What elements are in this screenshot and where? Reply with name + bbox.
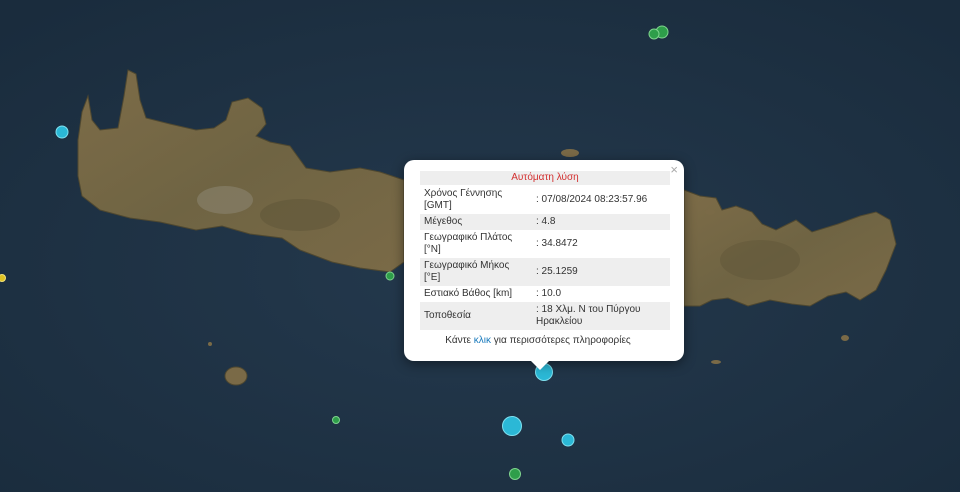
table-row: Εστιακό Βάθος [km] : 10.0 [420, 286, 670, 302]
gavdos-island [224, 366, 248, 386]
depth-value: : 10.0 [536, 288, 562, 299]
earthquake-marker[interactable] [648, 28, 660, 40]
table-row: Τοποθεσία : 18 Χλμ. Ν του Πύργου Ηρακλεί… [420, 302, 670, 330]
magnitude-value: : 4.8 [532, 214, 670, 230]
map-view[interactable]: × Αυτόματη λύση Χρόνος Γέννησης [GMT] : … [0, 0, 960, 492]
latitude-label: Γεωγραφικό Πλάτος [°N] [424, 232, 513, 255]
earthquake-marker[interactable] [385, 271, 395, 281]
more-info-suffix: για περισσότερες πληροφορίες [491, 335, 631, 346]
popup-title: Αυτόματη λύση [420, 171, 670, 185]
location-value: : 18 Χλμ. Ν του Πύργου Ηρακλείου [532, 302, 670, 330]
depth-label: Εστιακό Βάθος [km] [424, 288, 513, 299]
earthquake-details-table: Χρόνος Γέννησης [GMT] : 07/08/2024 08:23… [420, 186, 670, 330]
more-info-text: Κάντε κλικ για περισσότερες πληροφορίες [404, 335, 672, 346]
earthquake-marker[interactable] [561, 433, 575, 447]
table-row: Γεωγραφικό Μήκος [°E] : 25.1259 [420, 258, 670, 286]
more-info-prefix: Κάντε [445, 335, 474, 346]
table-row: Γεωγραφικό Πλάτος [°N] : 34.8472 [420, 230, 670, 258]
dia-island [561, 149, 579, 157]
more-info-link[interactable]: κλικ [474, 335, 491, 346]
earthquake-marker[interactable] [509, 468, 521, 480]
longitude-label: Γεωγραφικό Μήκος [°E] [420, 258, 532, 286]
earthquake-marker[interactable] [332, 416, 340, 424]
location-label: Τοποθεσία [420, 302, 532, 330]
close-icon[interactable]: × [670, 162, 678, 178]
origin-time-label: Χρόνος Γέννησης [GMT] [424, 188, 503, 211]
earthquake-info-popup: × Αυτόματη λύση Χρόνος Γέννησης [GMT] : … [404, 160, 684, 370]
earthquake-marker[interactable] [55, 125, 69, 139]
origin-time-value: : 07/08/2024 08:23:57.96 [536, 194, 648, 205]
table-row: Μέγεθος : 4.8 [420, 214, 670, 230]
latitude-value: : 34.8472 [536, 238, 578, 249]
magnitude-label: Μέγεθος [420, 214, 532, 230]
table-row: Χρόνος Γέννησης [GMT] : 07/08/2024 08:23… [420, 186, 670, 214]
earthquake-marker[interactable] [502, 416, 522, 436]
longitude-value: : 25.1259 [532, 258, 670, 286]
